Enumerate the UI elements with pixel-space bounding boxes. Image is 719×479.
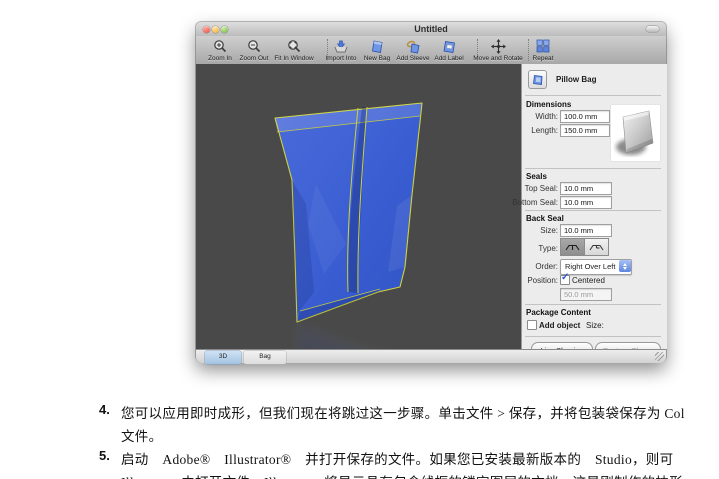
position-label: Position: xyxy=(506,276,558,285)
lap-seal-type-button[interactable] xyxy=(584,238,609,256)
3d-viewport[interactable] xyxy=(196,64,521,349)
back-seal-type-label: Type: xyxy=(506,244,558,253)
tab-3d[interactable]: 3D xyxy=(205,351,241,364)
add-object-label: Add object xyxy=(539,321,580,330)
page: { "window": { "title": "Untitled", "tool… xyxy=(0,0,719,479)
divider xyxy=(525,95,661,96)
title-bar[interactable]: Untitled xyxy=(196,22,666,36)
divider xyxy=(525,168,661,169)
back-seal-size-input[interactable]: 10.0 mm xyxy=(560,224,612,237)
bag-preview-image xyxy=(611,105,660,161)
centered-checkbox[interactable]: ✓ xyxy=(560,275,570,285)
list-item-line: 您可以应用即时成形，但我们现在将跳过这一步骤。单击文件 > 保存，并将包装袋保存… xyxy=(121,402,719,422)
bottom-seal-label: Bottom Seal: xyxy=(506,198,558,207)
bottom-seal-input[interactable]: 10.0 mm xyxy=(560,196,612,209)
document-text: 4. 您可以应用即时成形，但我们现在将跳过这一步骤。单击文件 > 保存，并将包装… xyxy=(0,396,719,479)
add-object-checkbox[interactable] xyxy=(527,320,537,330)
panel-title: Pillow Bag xyxy=(556,75,596,84)
toolbar: Zoom In Zoom Out Fit In Window Import In… xyxy=(196,36,666,65)
fin-seal-type-button[interactable] xyxy=(560,238,585,256)
width-input[interactable]: 100.0 mm xyxy=(560,110,610,123)
toolbar-toggle-button[interactable] xyxy=(646,26,659,32)
fin-seal-icon xyxy=(564,242,581,252)
repeat-button[interactable]: Repeat xyxy=(521,38,565,62)
length-input[interactable]: 150.0 mm xyxy=(560,124,610,137)
centered-checkbox-label: Centered xyxy=(572,276,605,285)
list-item-line: Illustrator 中打开文件。Illustrator 将显示具有包含线框的… xyxy=(121,471,719,479)
pillow-bag-icon xyxy=(528,70,547,89)
list-number: 5. xyxy=(99,448,110,463)
top-seal-input[interactable]: 10.0 mm xyxy=(560,182,612,195)
top-seal-label: Top Seal: xyxy=(506,184,558,193)
dropdown-stepper-icon xyxy=(619,260,631,272)
dimensions-section-label: Dimensions xyxy=(526,100,571,109)
divider xyxy=(525,304,661,305)
pillow-bag-3d-model xyxy=(196,64,521,349)
seal-order-value: Right Over Left xyxy=(565,262,615,271)
list-number: 4. xyxy=(99,402,110,417)
order-label: Order: xyxy=(506,262,558,271)
seal-order-dropdown[interactable]: Right Over Left xyxy=(560,259,632,275)
divider xyxy=(525,336,661,337)
fit-in-window-icon xyxy=(268,38,320,54)
length-label: Length: xyxy=(506,126,558,135)
app-window: Untitled Zoom In Zoom Out Fit In Window xyxy=(196,22,666,362)
window-title: Untitled xyxy=(196,24,666,34)
seals-section-label: Seals xyxy=(526,172,547,181)
width-label: Width: xyxy=(506,112,558,121)
back-seal-section-label: Back Seal xyxy=(526,214,564,223)
content-size-label: Size: xyxy=(586,321,604,330)
lap-seal-icon xyxy=(588,242,605,252)
back-seal-size-label: Size: xyxy=(506,226,558,235)
fit-in-window-button[interactable]: Fit In Window xyxy=(268,38,320,62)
view-tab-strip: 3D Bag xyxy=(196,349,666,363)
divider xyxy=(525,210,661,211)
package-content-section-label: Package Content xyxy=(526,308,591,317)
list-item-line: 启动 Adobe® Illustrator® 并打开保存的文件。如果您已安装最新… xyxy=(121,448,719,468)
repeat-icon xyxy=(521,38,565,54)
resize-grip[interactable] xyxy=(655,352,664,361)
tab-bag[interactable]: Bag xyxy=(244,351,286,364)
list-item-line: 文件。 xyxy=(121,425,719,445)
settings-panel: Pillow Bag Dimensions Width: 100.0 mm Le… xyxy=(521,64,667,349)
checkmark-icon: ✓ xyxy=(561,272,569,283)
back-seal-position-input: 50.0 mm xyxy=(560,288,612,301)
